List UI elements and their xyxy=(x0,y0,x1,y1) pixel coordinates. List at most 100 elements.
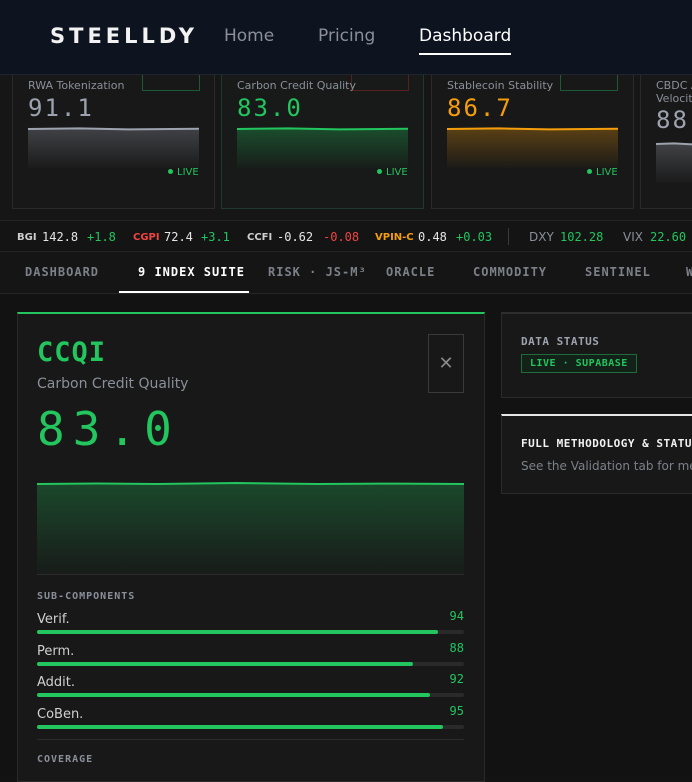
nav-active-indicator xyxy=(419,53,511,55)
progress-track xyxy=(37,725,464,729)
tab-oracle[interactable]: ORACLE xyxy=(386,265,435,279)
chart-line xyxy=(37,481,464,486)
tab-active-indicator xyxy=(119,291,249,293)
card-title: Carbon Credit Quality xyxy=(237,79,357,92)
index-cards-row: RWA Tokenization 91.1 LIVE Carbon Credit… xyxy=(0,75,692,220)
sparkline-area xyxy=(28,128,199,168)
main-content: CCQI Carbon Credit Quality 83.0 ✕ SUB-CO… xyxy=(0,295,692,782)
brand-logo[interactable]: STEELLDY xyxy=(50,24,198,48)
card-value: 86.7 xyxy=(447,94,513,122)
subcomponent-label: Verif. xyxy=(37,612,70,627)
ticker-value: 72.4 xyxy=(164,230,193,244)
data-status-title: DATA STATUS xyxy=(521,335,600,348)
ticker-value: 142.8 xyxy=(42,230,79,244)
top-nav: STEELLDY Home Pricing Dashboard xyxy=(0,0,692,75)
ticker-label: CCFI xyxy=(247,232,273,243)
card-value: 88 xyxy=(656,106,689,134)
ticker-label: VPIN-C xyxy=(375,232,414,243)
card-sparkline xyxy=(28,127,199,168)
tab-dashboard[interactable]: DASHBOARD xyxy=(25,265,99,279)
sparkline-line xyxy=(447,127,618,131)
sparkline-line xyxy=(28,127,199,131)
tab-commodity[interactable]: COMMODITY xyxy=(473,265,547,279)
subcomponent-label: Addit. xyxy=(37,675,76,690)
subcomponent-label: CoBen. xyxy=(37,707,84,722)
index-chart xyxy=(37,481,464,574)
progress-track xyxy=(37,630,464,634)
subcomponent-row: Perm. 88 xyxy=(37,641,464,674)
progress-fill xyxy=(37,630,439,634)
card-pill xyxy=(351,75,409,91)
live-indicator: LIVE xyxy=(168,167,199,178)
ticker-change: +0.03 xyxy=(456,230,493,244)
index-card-stablecoin[interactable]: Stablecoin Stability 86.7 LIVE xyxy=(431,75,634,209)
subcomponent-value: 92 xyxy=(449,672,464,686)
live-indicator: LIVE xyxy=(377,167,408,178)
sparkline-area xyxy=(447,128,618,168)
progress-fill xyxy=(37,662,413,666)
index-card-carbon[interactable]: Carbon Credit Quality 83.0 LIVE xyxy=(221,75,424,209)
index-value: 83.0 xyxy=(37,402,180,456)
subcomponent-row: Addit. 92 xyxy=(37,672,464,705)
divider xyxy=(37,739,464,740)
ticker-change: +1.8 xyxy=(87,230,116,244)
ticker-change: -0.08 xyxy=(323,230,360,244)
sparkline-area xyxy=(656,143,692,183)
subcomponent-label: Perm. xyxy=(37,644,75,659)
ticker-bar: BGI 142.8 +1.8 CGPI 72.4 +3.1 CCFI -0.62… xyxy=(0,220,692,252)
card-value: 91.1 xyxy=(28,94,94,122)
index-card-rwa[interactable]: RWA Tokenization 91.1 LIVE xyxy=(12,75,215,209)
card-pill xyxy=(142,75,200,91)
progress-fill xyxy=(37,725,443,729)
section-tabs: DASHBOARD 9 INDEX SUITE RISK · JS-M³ ORA… xyxy=(0,252,692,294)
subcomponent-value: 95 xyxy=(449,704,464,718)
card-title: Stablecoin Stability xyxy=(447,79,554,92)
index-card-cbdc[interactable]: CBDC AVelocit 88 xyxy=(640,75,692,209)
tab-risk[interactable]: RISK · JS-M³ xyxy=(268,265,367,279)
card-pill xyxy=(560,75,618,91)
progress-track xyxy=(37,693,464,697)
status-badge: LIVE · SUPABASE xyxy=(521,354,637,373)
nav-link-pricing[interactable]: Pricing xyxy=(318,26,375,46)
ticker-separator xyxy=(508,228,509,245)
progress-track xyxy=(37,662,464,666)
macro-label: VIX xyxy=(623,230,643,244)
card-title: CBDC AVelocit xyxy=(656,79,692,105)
subcomponent-row: CoBen. 95 xyxy=(37,704,464,737)
nav-link-dashboard[interactable]: Dashboard xyxy=(419,26,511,46)
live-indicator: LIVE xyxy=(587,167,618,178)
card-title: RWA Tokenization xyxy=(28,79,125,92)
sparkline-line xyxy=(237,127,408,131)
macro-value: 22.60 xyxy=(650,230,687,244)
methodology-title: FULL METHODOLOGY & STATUS xyxy=(521,437,692,450)
chart-area xyxy=(37,483,464,574)
close-button[interactable]: ✕ xyxy=(428,334,464,393)
ticker-label: BGI xyxy=(17,232,37,243)
ticker-value: -0.62 xyxy=(277,230,314,244)
tab-overflow[interactable]: W xyxy=(686,265,692,279)
card-value: 83.0 xyxy=(237,94,303,122)
close-icon: ✕ xyxy=(438,353,454,374)
subcomponent-row: Verif. 94 xyxy=(37,609,464,642)
methodology-panel[interactable]: FULL METHODOLOGY & STATUS See the Valida… xyxy=(501,414,692,494)
coverage-title: COVERAGE xyxy=(37,754,94,765)
subcomponent-value: 88 xyxy=(449,641,464,655)
ticker-change: +3.1 xyxy=(201,230,230,244)
macro-value: 102.28 xyxy=(560,230,604,244)
index-code: CCQI xyxy=(37,337,107,368)
tab-sentinel[interactable]: SENTINEL xyxy=(585,265,651,279)
card-sparkline xyxy=(237,127,408,168)
index-detail-panel: CCQI Carbon Credit Quality 83.0 ✕ SUB-CO… xyxy=(17,312,485,782)
progress-fill xyxy=(37,693,430,697)
card-sparkline xyxy=(447,127,618,168)
methodology-text: See the Validation tab for me xyxy=(521,459,692,473)
data-status-panel: DATA STATUS LIVE · SUPABASE xyxy=(501,312,692,398)
tab-index-suite[interactable]: 9 INDEX SUITE xyxy=(138,265,245,279)
macro-label: DXY xyxy=(529,230,554,244)
index-name: Carbon Credit Quality xyxy=(37,376,189,392)
divider xyxy=(37,574,464,575)
subcomponent-value: 94 xyxy=(449,609,464,623)
nav-link-home[interactable]: Home xyxy=(224,26,274,46)
subcomponents-title: SUB-COMPONENTS xyxy=(37,591,136,602)
ticker-value: 0.48 xyxy=(418,230,447,244)
